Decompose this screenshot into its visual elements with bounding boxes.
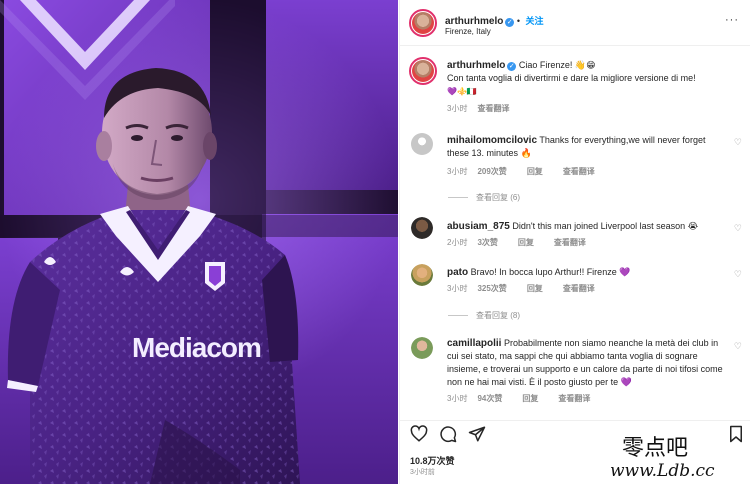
comment-avatar[interactable] — [411, 337, 433, 359]
verified-icon: ✓ — [505, 18, 515, 27]
comment-item: abusiam_875 Didn't this man joined Liver… — [447, 220, 727, 248]
comment-likes[interactable]: 209次赞 — [477, 167, 506, 176]
comment-time: 3小时 — [447, 167, 468, 176]
post-photo: Mediacom — [0, 0, 398, 484]
caption-avatar[interactable] — [409, 57, 437, 85]
comment-avatar[interactable] — [411, 217, 433, 239]
photo-illustration: Mediacom — [0, 0, 398, 484]
post-caption: arthurhmelo ✓ Ciao Firenze! 👋😁 Con tanta … — [447, 59, 737, 114]
like-heart-icon[interactable]: ♡ — [734, 341, 742, 352]
follow-button[interactable]: 关注 — [526, 16, 544, 26]
like-icon[interactable] — [410, 425, 428, 443]
watermark-text: 零点吧 — [622, 436, 689, 461]
comment-translate-link[interactable]: 查看翻译 — [558, 394, 590, 403]
comment-text: Didn't this man joined Liverpool last se… — [512, 221, 699, 231]
comment-username[interactable]: camillapolii — [447, 338, 501, 349]
post-location[interactable]: Firenze, Italy — [445, 27, 491, 36]
watermark-url: www.Ldb.cc — [610, 461, 715, 481]
comment-translate-link[interactable]: 查看翻译 — [563, 284, 595, 293]
author-username[interactable]: arthurhmelo — [445, 16, 503, 27]
post-timestamp: 3小时前 — [410, 469, 435, 476]
post-side-panel: arthurhmelo ✓ • 关注 Firenze, Italy ··· art… — [399, 0, 750, 484]
comment-item: pato Bravo! In bocca lupo Arthur!! Firen… — [447, 266, 727, 294]
comment-avatar[interactable] — [411, 133, 433, 155]
more-options-icon[interactable]: ··· — [725, 14, 739, 26]
comment-likes[interactable]: 325次赞 — [477, 284, 506, 293]
author-avatar[interactable] — [409, 9, 437, 37]
comment-avatar[interactable] — [411, 264, 433, 286]
comment-reply-button[interactable]: 回复 — [527, 284, 543, 293]
view-replies-button[interactable]: 查看回复 (8) — [448, 310, 520, 321]
share-icon[interactable] — [468, 425, 486, 443]
save-bookmark-icon[interactable] — [728, 425, 744, 443]
comment-likes[interactable]: 3次赞 — [477, 238, 497, 247]
comment-item: camillapolii Probabilmente non siamo nea… — [447, 337, 727, 404]
comment-reply-button[interactable]: 回复 — [522, 394, 538, 403]
comment-username[interactable]: pato — [447, 267, 468, 278]
like-heart-icon[interactable]: ♡ — [734, 269, 742, 280]
caption-time: 3小时 — [447, 104, 468, 113]
caption-line-2: Con tanta voglia di divertirmi e dare la… — [447, 73, 696, 83]
post-likes-count[interactable]: 10.8万次赞 — [410, 454, 455, 467]
like-heart-icon[interactable]: ♡ — [734, 137, 742, 148]
comment-item: mihailomomcilovic Thanks for everything,… — [447, 134, 727, 177]
comment-icon[interactable] — [439, 425, 457, 443]
verified-icon: ✓ — [507, 62, 517, 71]
comment-username[interactable]: abusiam_875 — [447, 221, 510, 232]
like-heart-icon[interactable]: ♡ — [734, 223, 742, 234]
caption-translate-link[interactable]: 查看翻译 — [477, 104, 509, 113]
comment-translate-link[interactable]: 查看翻译 — [563, 167, 595, 176]
comment-reply-button[interactable]: 回复 — [518, 238, 534, 247]
post-header: arthurhmelo ✓ • 关注 Firenze, Italy ··· — [400, 0, 750, 46]
comment-time: 2小时 — [447, 238, 468, 247]
caption-line-1: Ciao Firenze! 👋😁 — [518, 60, 596, 70]
comment-text: Bravo! In bocca lupo Arthur!! Firenze 💜 — [470, 267, 631, 277]
sponsor-text: Mediacom — [132, 332, 261, 363]
comment-translate-link[interactable]: 查看翻译 — [554, 238, 586, 247]
comment-username[interactable]: mihailomomcilovic — [447, 135, 537, 146]
comment-time: 3小时 — [447, 284, 468, 293]
comment-time: 3小时 — [447, 394, 468, 403]
view-replies-button[interactable]: 查看回复 (6) — [448, 192, 520, 203]
comment-reply-button[interactable]: 回复 — [527, 167, 543, 176]
caption-line-3: 💜⚜️🇮🇹 — [447, 87, 477, 96]
caption-username[interactable]: arthurhmelo — [447, 60, 505, 71]
comment-likes[interactable]: 94次赞 — [477, 394, 502, 403]
